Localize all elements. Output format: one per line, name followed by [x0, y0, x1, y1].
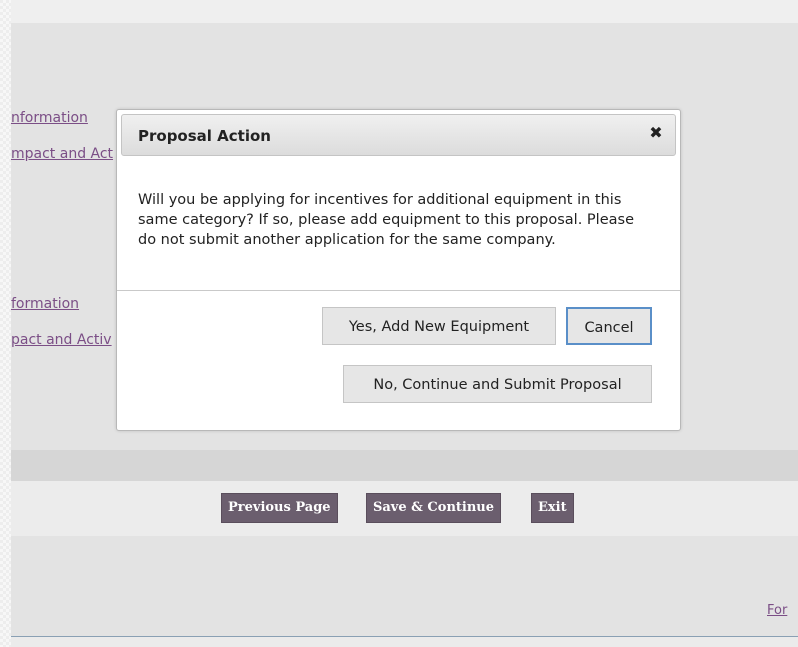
- add-new-equipment-button[interactable]: Yes, Add New Equipment: [322, 307, 556, 345]
- link-impact-activities-1[interactable]: mpact and Act: [11, 146, 113, 162]
- previous-page-button[interactable]: Previous Page: [222, 494, 337, 522]
- top-bar: [11, 0, 798, 23]
- dialog-titlebar: Proposal Action ✖: [121, 114, 676, 156]
- link-impact-activities-2[interactable]: pact and Activ: [11, 332, 112, 348]
- left-pattern-gutter: [0, 0, 11, 647]
- link-information-2[interactable]: formation: [11, 296, 79, 312]
- dialog-separator: [117, 290, 680, 291]
- dialog-message: Will you be applying for incentives for …: [138, 192, 634, 248]
- exit-button[interactable]: Exit: [532, 494, 573, 522]
- footer-link[interactable]: For: [767, 603, 787, 618]
- link-information-1[interactable]: nformation: [11, 110, 88, 126]
- save-continue-button[interactable]: Save & Continue: [367, 494, 501, 522]
- lower-content-area: [11, 536, 798, 637]
- section-divider-band: [11, 450, 798, 481]
- continue-submit-proposal-button[interactable]: No, Continue and Submit Proposal: [343, 365, 652, 403]
- close-icon[interactable]: ✖: [647, 124, 665, 142]
- proposal-action-dialog: Proposal Action ✖ Will you be applying f…: [116, 109, 681, 431]
- dialog-title: Proposal Action: [138, 127, 271, 145]
- footer-strip: [11, 637, 798, 647]
- cancel-button[interactable]: Cancel: [566, 307, 652, 345]
